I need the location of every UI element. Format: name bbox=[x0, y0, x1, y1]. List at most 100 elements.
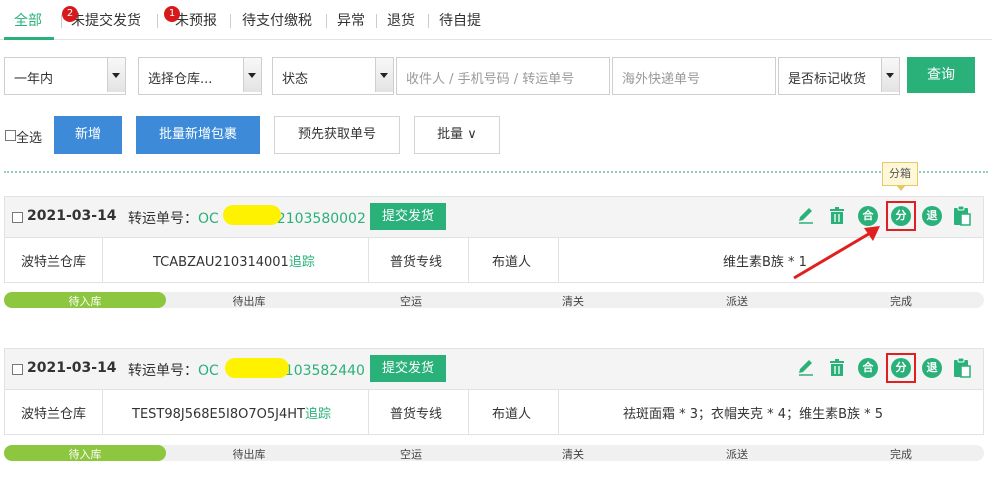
submit-shipment-button[interactable]: 提交发货 bbox=[370, 203, 446, 230]
item-list: 祛斑面霜 * 3；衣帽夹克 * 4；维生素B族 * 5 bbox=[623, 407, 884, 422]
cell-divider bbox=[368, 390, 369, 434]
stage-label: 派送 bbox=[726, 448, 748, 461]
tab-divider bbox=[230, 14, 231, 28]
track-link[interactable]: 追踪 bbox=[305, 407, 331, 422]
tab-divider bbox=[157, 14, 158, 28]
tab-pending-tax[interactable]: 待支付缴税 bbox=[242, 10, 312, 30]
cell-divider bbox=[368, 238, 369, 282]
highlight-box bbox=[886, 353, 916, 383]
package-code-text: TCABZAU210314001 bbox=[153, 255, 289, 270]
order-date: 2021-03-14 bbox=[27, 208, 117, 224]
cell-divider bbox=[102, 390, 103, 434]
return-icon[interactable]: 退 bbox=[922, 358, 942, 378]
stage-label: 待出库 bbox=[232, 295, 266, 308]
warehouse-value: 选择仓库... bbox=[148, 72, 213, 87]
cell-divider bbox=[468, 238, 469, 282]
redaction-mark bbox=[223, 205, 281, 225]
search-placeholder: 收件人 / 手机号码 / 转运单号 bbox=[406, 72, 575, 87]
chevron-down-icon[interactable] bbox=[107, 58, 125, 92]
warehouse-name: 波特兰仓库 bbox=[21, 407, 87, 422]
order-card-body: 波特兰仓库 TEST98J568E5I8O7O5J4HT追踪 普货专线 布道人 … bbox=[4, 390, 984, 435]
chevron-down-icon[interactable] bbox=[375, 58, 393, 92]
package-code-text: TEST98J568E5I8O7O5J4HT bbox=[132, 407, 305, 422]
search-input[interactable]: 收件人 / 手机号码 / 转运单号 bbox=[396, 57, 610, 95]
stage-label: 清关 bbox=[562, 295, 584, 308]
overseas-placeholder: 海外快递单号 bbox=[622, 72, 701, 87]
tracking-label: 转运单号： bbox=[128, 363, 198, 379]
tab-self-pickup[interactable]: 待自提 bbox=[439, 10, 481, 30]
time-range-select[interactable]: 一年内 bbox=[4, 57, 126, 95]
tab-divider bbox=[428, 14, 429, 28]
marked-received-select[interactable]: 是否标记收货 bbox=[778, 57, 900, 95]
shipping-line: 普货专线 bbox=[390, 407, 443, 422]
tab-exception[interactable]: 异常 bbox=[337, 10, 365, 30]
prefetch-number-button[interactable]: 预先获取单号 bbox=[274, 116, 400, 154]
order-checkbox[interactable] bbox=[12, 364, 23, 375]
warehouse-select[interactable]: 选择仓库... bbox=[138, 57, 262, 95]
stage-progress-bar: 待入库 待出库 空运 清关 派送 完成 bbox=[4, 292, 984, 308]
tracking-prefix[interactable]: OC bbox=[198, 211, 219, 227]
shipping-line: 普货专线 bbox=[390, 255, 443, 270]
select-all-checkbox[interactable] bbox=[5, 130, 16, 141]
brand-name: 布道人 bbox=[492, 407, 532, 422]
clipboard-icon[interactable] bbox=[952, 205, 972, 226]
clipboard-icon[interactable] bbox=[952, 357, 972, 378]
stage-label: 待入库 bbox=[68, 448, 102, 461]
tab-unsubmitted[interactable]: 未提交发货 bbox=[71, 10, 141, 30]
return-icon[interactable]: 退 bbox=[922, 206, 942, 226]
chevron-down-icon[interactable] bbox=[243, 58, 261, 92]
status-tabs: 全部 未提交发货 2 未预报 1 待支付缴税 异常 退货 待自提 bbox=[0, 0, 992, 40]
highlight-box bbox=[886, 201, 916, 231]
stage-label: 空运 bbox=[400, 295, 422, 308]
stage-label: 待出库 bbox=[232, 448, 266, 461]
query-button[interactable]: 查询 bbox=[907, 57, 975, 93]
time-range-value: 一年内 bbox=[14, 72, 54, 87]
delete-icon[interactable] bbox=[827, 358, 847, 378]
order-date: 2021-03-14 bbox=[27, 360, 117, 376]
tracking-prefix[interactable]: OC bbox=[198, 363, 219, 379]
tab-unforecast-badge: 1 bbox=[164, 6, 180, 22]
tracking-suffix[interactable]: 103582440 bbox=[285, 363, 365, 379]
divider bbox=[4, 171, 988, 173]
batch-add-package-button[interactable]: 批量新增包裹 bbox=[136, 116, 260, 154]
status-value: 状态 bbox=[282, 72, 309, 87]
tab-all[interactable]: 全部 bbox=[14, 10, 42, 30]
tracking-suffix[interactable]: 2103580002 bbox=[277, 211, 366, 227]
stage-label: 完成 bbox=[890, 295, 912, 308]
stage-label: 完成 bbox=[890, 448, 912, 461]
batch-dropdown-button[interactable]: 批量 ∨ bbox=[414, 116, 500, 154]
marked-received-value: 是否标记收货 bbox=[788, 72, 867, 87]
redaction-mark bbox=[225, 358, 289, 378]
annotation-arrow bbox=[793, 226, 880, 280]
stage-label: 派送 bbox=[726, 295, 748, 308]
package-code: TCABZAU210314001追踪 bbox=[153, 251, 315, 270]
tracking-label: 转运单号： bbox=[128, 211, 198, 227]
status-select[interactable]: 状态 bbox=[272, 57, 394, 95]
tab-divider bbox=[376, 14, 377, 28]
tab-unforecast[interactable]: 未预报 bbox=[175, 10, 217, 30]
submit-shipment-button[interactable]: 提交发货 bbox=[370, 355, 446, 382]
stage-label: 空运 bbox=[400, 448, 422, 461]
order-card-header: 2021-03-14 转运单号：OC 103582440 提交发货 合 分 退 bbox=[4, 348, 984, 390]
tab-divider bbox=[326, 14, 327, 28]
brand-name: 布道人 bbox=[492, 255, 532, 270]
track-link[interactable]: 追踪 bbox=[289, 255, 315, 270]
active-tab-indicator bbox=[4, 37, 54, 40]
order-checkbox[interactable] bbox=[12, 212, 23, 223]
chevron-down-icon[interactable] bbox=[881, 58, 899, 92]
cell-divider bbox=[558, 390, 559, 434]
add-button[interactable]: 新增 bbox=[54, 116, 122, 154]
stage-label: 清关 bbox=[562, 448, 584, 461]
cell-divider bbox=[558, 238, 559, 282]
select-all-label: 全选 bbox=[16, 131, 43, 146]
package-code: TEST98J568E5I8O7O5J4HT追踪 bbox=[132, 403, 331, 422]
merge-icon[interactable]: 合 bbox=[858, 358, 878, 378]
cell-divider bbox=[468, 390, 469, 434]
tab-return[interactable]: 退货 bbox=[387, 10, 415, 30]
warehouse-name: 波特兰仓库 bbox=[21, 255, 87, 270]
overseas-tracking-input[interactable]: 海外快递单号 bbox=[612, 57, 776, 95]
edit-icon[interactable] bbox=[796, 358, 816, 378]
stage-label: 待入库 bbox=[68, 295, 102, 308]
cell-divider bbox=[102, 238, 103, 282]
split-tooltip: 分箱 bbox=[882, 162, 918, 191]
